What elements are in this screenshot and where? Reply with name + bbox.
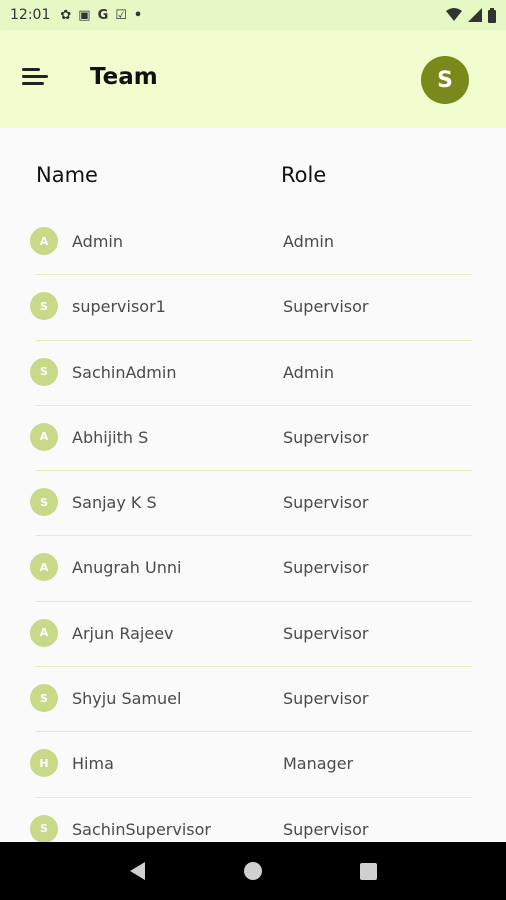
battery-icon xyxy=(488,7,496,23)
member-name: Hima xyxy=(72,754,114,774)
initial-badge: S xyxy=(30,814,58,843)
member-role: Supervisor xyxy=(283,623,369,643)
gear-icon: ✿ xyxy=(60,7,72,23)
member-name: Admin xyxy=(72,232,123,251)
member-role: Supervisor xyxy=(283,819,369,839)
member-role: Admin xyxy=(283,362,334,382)
initial-badge: A xyxy=(30,422,58,451)
back-icon xyxy=(130,862,146,880)
member-role: Supervisor xyxy=(283,493,369,513)
table-header: Name Role xyxy=(0,163,506,193)
table-row[interactable]: A Abhijith S Supervisor xyxy=(0,406,506,472)
member-role: Admin xyxy=(283,232,334,251)
checklist-icon: ☑ xyxy=(115,7,127,23)
menu-icon[interactable] xyxy=(22,68,48,90)
initial-badge: S xyxy=(30,357,58,386)
signal-icon xyxy=(468,8,482,22)
g-icon: G xyxy=(97,7,109,23)
table-row[interactable]: A Arjun Rajeev Supervisor xyxy=(0,602,506,668)
initial-badge: A xyxy=(30,618,58,647)
profile-avatar[interactable]: S xyxy=(421,56,469,104)
status-left: 12:01 ✿ ▣ G ☑ • xyxy=(10,7,142,23)
initial-badge: S xyxy=(30,488,58,517)
member-role: Manager xyxy=(283,754,354,774)
status-time: 12:01 xyxy=(10,7,51,23)
member-name: supervisor1 xyxy=(72,297,166,317)
column-header-name: Name xyxy=(36,163,98,187)
member-name: Sanjay K S xyxy=(72,493,157,513)
home-button[interactable] xyxy=(238,856,268,886)
app-bar: Team S xyxy=(0,30,506,128)
member-role: Supervisor xyxy=(283,689,369,709)
back-button[interactable] xyxy=(123,856,153,886)
member-name: SachinAdmin xyxy=(72,362,177,382)
status-bar: 12:01 ✿ ▣ G ☑ • xyxy=(0,0,506,30)
wifi-icon xyxy=(446,8,462,21)
system-nav-bar xyxy=(0,842,506,900)
dot-icon: • xyxy=(133,7,143,23)
member-name: Arjun Rajeev xyxy=(72,623,174,643)
member-name: Shyju Samuel xyxy=(72,689,182,709)
column-header-role: Role xyxy=(281,163,327,187)
initial-badge: A xyxy=(30,227,58,255)
member-role: Supervisor xyxy=(283,297,369,317)
initial-badge: H xyxy=(30,749,58,778)
recents-button[interactable] xyxy=(353,856,383,886)
table-row[interactable]: A Anugrah Unni Supervisor xyxy=(0,536,506,602)
team-list: A Admin Admin S supervisor1 Supervisor S… xyxy=(0,210,506,863)
image-icon: ▣ xyxy=(78,7,91,23)
member-name: Abhijith S xyxy=(72,427,149,447)
member-role: Supervisor xyxy=(283,427,369,447)
table-row[interactable]: H Hima Manager xyxy=(0,732,506,798)
table-row[interactable]: S Sanjay K S Supervisor xyxy=(0,471,506,537)
status-notification-icons: ✿ ▣ G ☑ • xyxy=(60,8,142,23)
member-name: SachinSupervisor xyxy=(72,819,211,839)
initial-badge: S xyxy=(30,292,58,321)
status-right xyxy=(446,7,496,23)
member-name: Anugrah Unni xyxy=(72,558,182,578)
table-row[interactable]: A Admin Admin xyxy=(0,210,506,276)
table-row[interactable]: S supervisor1 Supervisor xyxy=(0,275,506,341)
member-role: Supervisor xyxy=(283,558,369,578)
initial-badge: A xyxy=(30,553,58,582)
table-row[interactable]: S SachinAdmin Admin xyxy=(0,341,506,406)
initial-badge: S xyxy=(30,684,58,713)
page-title: Team xyxy=(90,64,158,90)
home-icon xyxy=(243,862,262,880)
table-row[interactable]: S Shyju Samuel Supervisor xyxy=(0,667,506,733)
recents-icon xyxy=(359,862,377,880)
